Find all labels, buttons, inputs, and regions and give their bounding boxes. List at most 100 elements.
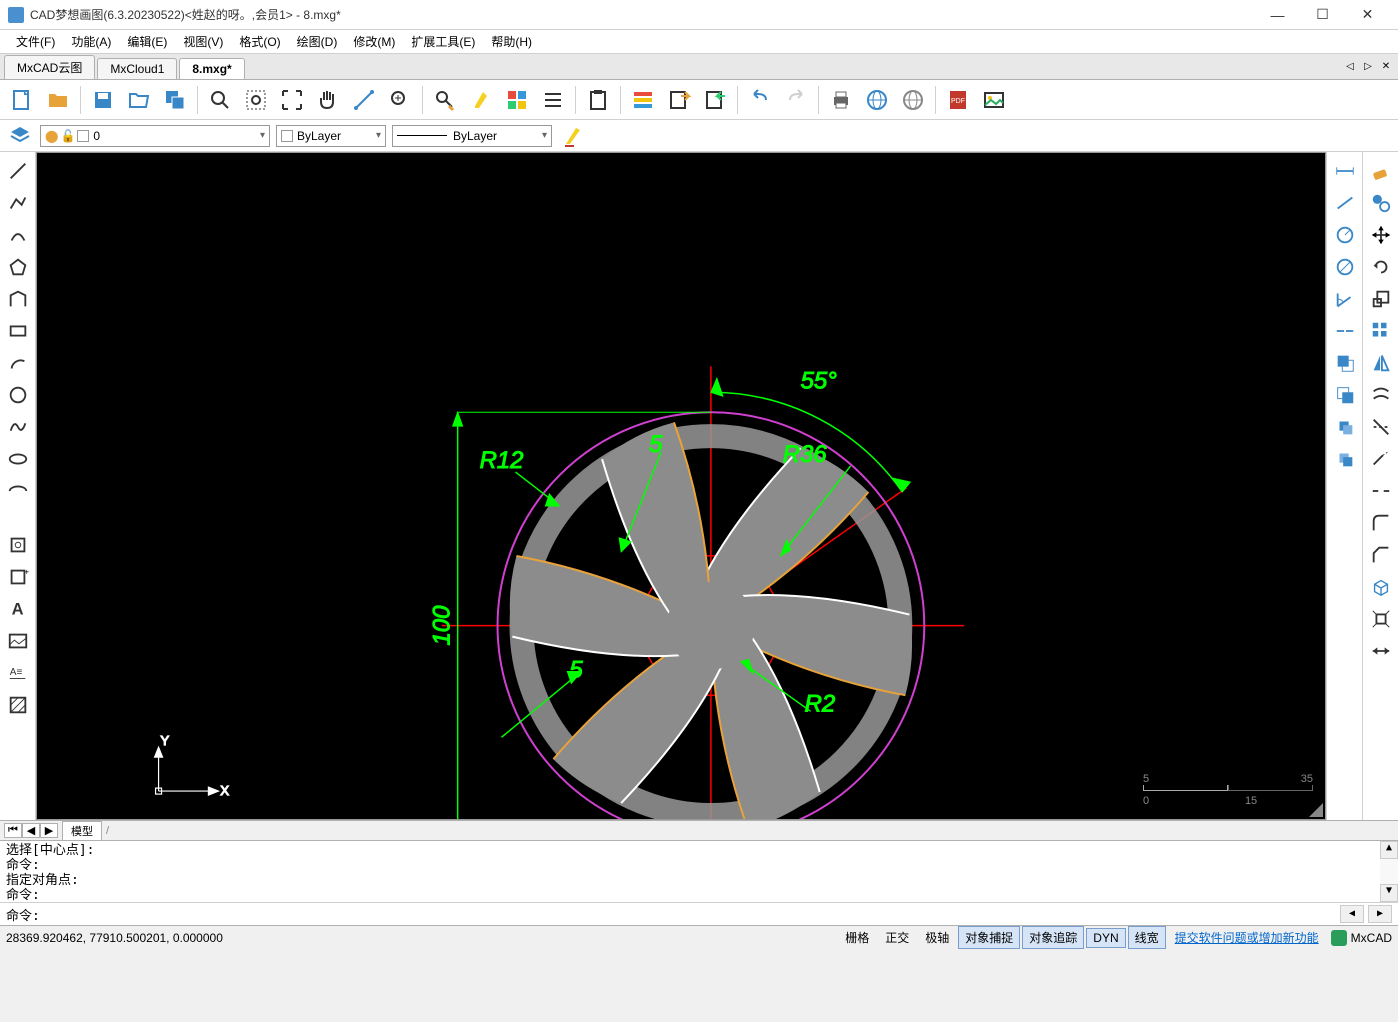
circle-tool[interactable] <box>3 380 33 410</box>
scroll-down-icon[interactable]: ▼ <box>1380 884 1398 902</box>
layer-dropdown[interactable]: ⬤ 🔓 0 ▾ <box>40 125 270 147</box>
zoom-extents-button[interactable] <box>204 84 236 116</box>
text-tool[interactable]: A <box>3 594 33 624</box>
save-as-button[interactable] <box>159 84 191 116</box>
clipboard-button[interactable] <box>582 84 614 116</box>
dim-angular-tool[interactable] <box>1330 284 1360 314</box>
arc3p-tool[interactable] <box>3 348 33 378</box>
dim-linear-tool[interactable] <box>1330 156 1360 186</box>
redo-button[interactable] <box>780 84 812 116</box>
zoom-all-button[interactable] <box>276 84 308 116</box>
new-button[interactable] <box>6 84 38 116</box>
menu-view[interactable]: 视图(V) <box>175 31 231 52</box>
mtext-tool[interactable]: A≡ <box>3 658 33 688</box>
zoom-window-button[interactable] <box>240 84 272 116</box>
image-insert-tool[interactable] <box>3 626 33 656</box>
minimize-button[interactable]: — <box>1255 0 1300 30</box>
stretch-tool[interactable] <box>1366 636 1396 666</box>
image-button[interactable] <box>978 84 1010 116</box>
linetype-dropdown[interactable]: ByLayer ▾ <box>392 125 552 147</box>
import-button[interactable] <box>699 84 731 116</box>
toggle-ortho[interactable]: 正交 <box>878 926 916 949</box>
rainbow-button[interactable] <box>627 84 659 116</box>
erase-tool[interactable] <box>1366 156 1396 186</box>
maximize-button[interactable]: ☐ <box>1300 0 1345 30</box>
mirror-tool[interactable] <box>1366 348 1396 378</box>
tab-close-icon[interactable]: ✕ <box>1378 58 1394 74</box>
list-button[interactable] <box>537 84 569 116</box>
arc-tool[interactable] <box>3 220 33 250</box>
open-button[interactable] <box>42 84 74 116</box>
highlight-button[interactable] <box>465 84 497 116</box>
menu-function[interactable]: 功能(A) <box>63 31 119 52</box>
find-button[interactable] <box>429 84 461 116</box>
send-below-tool[interactable] <box>1330 444 1360 474</box>
dim-continue-tool[interactable] <box>1330 316 1360 346</box>
export-button[interactable] <box>663 84 695 116</box>
send-back-tool[interactable] <box>1330 380 1360 410</box>
menu-ext[interactable]: 扩展工具(E) <box>403 31 483 52</box>
toggle-grid[interactable]: 栅格 <box>838 926 876 949</box>
command-input[interactable] <box>44 907 1340 922</box>
trim-tool[interactable] <box>1366 412 1396 442</box>
rectangle-tool[interactable] <box>3 316 33 346</box>
ellipse-arc-tool[interactable] <box>3 476 33 506</box>
pentagon-tool[interactable] <box>3 284 33 314</box>
menu-edit[interactable]: 编辑(E) <box>119 31 175 52</box>
print-button[interactable] <box>825 84 857 116</box>
zoom-realtime-button[interactable] <box>384 84 416 116</box>
array-tool[interactable] <box>1366 316 1396 346</box>
canvas-resize-handle[interactable] <box>1309 803 1323 817</box>
palette-button[interactable] <box>501 84 533 116</box>
toggle-lwt[interactable]: 线宽 <box>1128 926 1166 949</box>
offset-tool[interactable] <box>1366 380 1396 410</box>
ellipse-tool[interactable] <box>3 444 33 474</box>
scale-tool[interactable] <box>1366 284 1396 314</box>
drawing-canvas[interactable]: 100 32 55° R36 R12 <box>36 152 1326 820</box>
feedback-link[interactable]: 提交软件问题或增加新功能 <box>1175 929 1319 946</box>
toggle-dyn[interactable]: DYN <box>1086 928 1125 948</box>
toggle-osnap[interactable]: 对象捕捉 <box>958 926 1020 949</box>
copy-tool[interactable] <box>1366 188 1396 218</box>
hatch-tool[interactable] <box>3 690 33 720</box>
color-dropdown[interactable]: ByLayer ▾ <box>276 125 386 147</box>
tab-mxcad-cloud[interactable]: MxCAD云图 <box>4 55 95 79</box>
draw-edit-button[interactable] <box>558 120 590 152</box>
spline-tool[interactable] <box>3 412 33 442</box>
toggle-polar[interactable]: 极轴 <box>918 926 956 949</box>
menu-format[interactable]: 格式(O) <box>231 31 288 52</box>
tab-8mxg[interactable]: 8.mxg* <box>179 58 244 79</box>
polygon-tool[interactable] <box>3 252 33 282</box>
measure-button[interactable] <box>348 84 380 116</box>
tab-mxcloud1[interactable]: MxCloud1 <box>97 58 177 79</box>
explode-tool[interactable] <box>1366 604 1396 634</box>
pan-button[interactable] <box>312 84 344 116</box>
polyline-tool[interactable] <box>3 188 33 218</box>
command-scrollbar[interactable]: ▲ ▼ <box>1380 841 1398 902</box>
fillet-tool[interactable] <box>1366 508 1396 538</box>
layout-next-icon[interactable]: ▶ <box>40 823 58 838</box>
bring-front-tool[interactable] <box>1330 348 1360 378</box>
layout-first-icon[interactable]: ⏮ <box>4 823 22 838</box>
cmd-prev-icon[interactable]: ◀ <box>1340 905 1364 923</box>
chamfer-tool[interactable] <box>1366 540 1396 570</box>
undo-button[interactable] <box>744 84 776 116</box>
scroll-up-icon[interactable]: ▲ <box>1380 841 1398 859</box>
open-folder-button[interactable] <box>123 84 155 116</box>
block-tool[interactable] <box>3 530 33 560</box>
tab-prev-icon[interactable]: ◁ <box>1342 58 1358 74</box>
dim-aligned-tool[interactable] <box>1330 188 1360 218</box>
break-tool[interactable] <box>1366 476 1396 506</box>
scroll-track[interactable] <box>1380 859 1398 884</box>
close-button[interactable]: ✕ <box>1345 0 1390 30</box>
toggle-otrack[interactable]: 对象追踪 <box>1022 926 1084 949</box>
layout-prev-icon[interactable]: ◀ <box>22 823 40 838</box>
layers-icon[interactable] <box>6 122 34 150</box>
globe2-button[interactable] <box>897 84 929 116</box>
menu-draw[interactable]: 绘图(D) <box>289 31 346 52</box>
tab-model[interactable]: 模型 <box>62 821 102 841</box>
bring-above-tool[interactable] <box>1330 412 1360 442</box>
menu-help[interactable]: 帮助(H) <box>483 31 540 52</box>
menu-file[interactable]: 文件(F) <box>8 31 63 52</box>
rotate-tool[interactable] <box>1366 252 1396 282</box>
